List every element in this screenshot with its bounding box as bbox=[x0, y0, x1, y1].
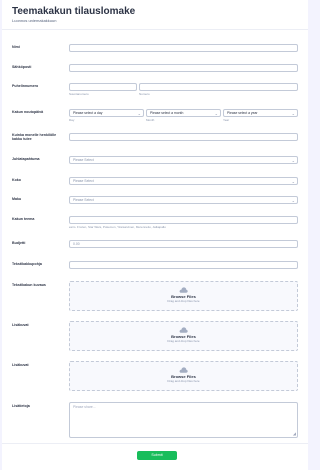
day-select-value: Please select a day bbox=[73, 111, 103, 115]
month-select-value: Please select a month bbox=[150, 111, 184, 115]
day-sublabel: Day bbox=[69, 118, 75, 122]
guests-input[interactable] bbox=[69, 133, 298, 141]
drag-drop-hint: Drag and drop files here bbox=[167, 379, 200, 383]
budget-placeholder: 0.00 bbox=[73, 242, 80, 246]
flavor-select-value: Please Select bbox=[73, 198, 94, 202]
cloud-upload-icon bbox=[179, 287, 188, 293]
size-select[interactable]: Please Select ⌄ bbox=[69, 177, 298, 185]
phone-area-input[interactable] bbox=[69, 83, 137, 91]
budget-input[interactable]: 0.00 bbox=[69, 240, 298, 248]
chevron-down-icon: ⌄ bbox=[291, 198, 295, 203]
field-label: Nimi bbox=[12, 45, 20, 49]
chevron-down-icon: ⌄ bbox=[137, 111, 141, 116]
chevron-down-icon: ⌄ bbox=[291, 179, 295, 184]
chevron-down-icon: ⌄ bbox=[214, 111, 218, 116]
field-label: Koko bbox=[12, 178, 21, 182]
month-select[interactable]: Please select a month ⌄ bbox=[146, 109, 221, 117]
file-upload-dropzone[interactable]: Browse Files Drag and drop files here bbox=[69, 361, 298, 391]
flavor-select[interactable]: Please Select ⌄ bbox=[69, 196, 298, 204]
field-label: Kuinka monelle henkilölle kakku tulee bbox=[12, 133, 57, 141]
field-label: Sähköposti bbox=[12, 65, 32, 69]
form-title: Teemakakun tilauslomake bbox=[12, 6, 136, 17]
phone-number-sublabel: Numero bbox=[139, 92, 150, 96]
drag-drop-hint: Drag and drop files here bbox=[167, 299, 200, 303]
file-upload-dropzone[interactable]: Browse Files Drag and drop files here bbox=[69, 281, 298, 311]
drag-drop-hint: Drag and drop files here bbox=[167, 339, 200, 343]
month-sublabel: Month bbox=[146, 118, 155, 122]
chevron-down-icon: ⌄ bbox=[291, 111, 295, 116]
name-input[interactable] bbox=[69, 44, 298, 52]
area-code-sublabel: Suuntanumero bbox=[69, 92, 89, 96]
email-input[interactable] bbox=[69, 64, 298, 72]
submit-button[interactable]: Submit bbox=[137, 451, 177, 460]
notes-textarea[interactable]: Please share... ◢ bbox=[69, 402, 298, 438]
occasion-select[interactable]: Please Select ⌄ bbox=[69, 156, 298, 164]
footer-divider bbox=[2, 443, 308, 444]
year-select-value: Please select a year bbox=[227, 111, 258, 115]
year-sublabel: Year bbox=[223, 118, 230, 122]
field-label: Kakun teema bbox=[12, 217, 35, 221]
phone-number-input[interactable] bbox=[139, 83, 298, 91]
occasion-select-value: Please Select bbox=[73, 158, 94, 162]
file-upload-dropzone[interactable]: Browse Files Drag and drop files here bbox=[69, 321, 298, 351]
theme-input[interactable] bbox=[69, 216, 298, 224]
field-label: Tekstikakkupohja bbox=[12, 262, 42, 266]
inscription-input[interactable] bbox=[69, 261, 298, 269]
chevron-down-icon: ⌄ bbox=[291, 158, 295, 163]
field-label: Budjetti bbox=[12, 241, 26, 245]
size-select-value: Please Select bbox=[73, 179, 94, 183]
resize-handle-icon[interactable]: ◢ bbox=[293, 432, 296, 436]
theme-sublabel: esim. Frozen, Star Wars, Pokemon, Yksisa… bbox=[69, 225, 166, 229]
field-label: Kakun noutopäivä bbox=[12, 110, 44, 114]
form-card: Teemakakun tilauslomake Luonnos uniemaka… bbox=[2, 0, 308, 470]
field-label: Maku bbox=[12, 197, 22, 201]
field-label: Juhlatapahtuma bbox=[12, 157, 40, 161]
field-label: Lisätietoja bbox=[12, 404, 30, 408]
form-subtitle: Luonnos uniemakakkuun bbox=[12, 18, 57, 23]
notes-placeholder: Please share... bbox=[73, 405, 96, 409]
cloud-upload-icon bbox=[179, 367, 188, 373]
form-header: Teemakakun tilauslomake Luonnos uniemaka… bbox=[2, 0, 308, 30]
field-label: Lisäkuvat bbox=[12, 363, 29, 367]
field-label: Tekstikakun kuvaus bbox=[12, 283, 46, 287]
field-label: Lisäkuvat bbox=[12, 323, 29, 327]
field-label: Puhelinnumero bbox=[12, 84, 39, 88]
cloud-upload-icon bbox=[179, 327, 188, 333]
day-select[interactable]: Please select a day ⌄ bbox=[69, 109, 144, 117]
year-select[interactable]: Please select a year ⌄ bbox=[223, 109, 298, 117]
